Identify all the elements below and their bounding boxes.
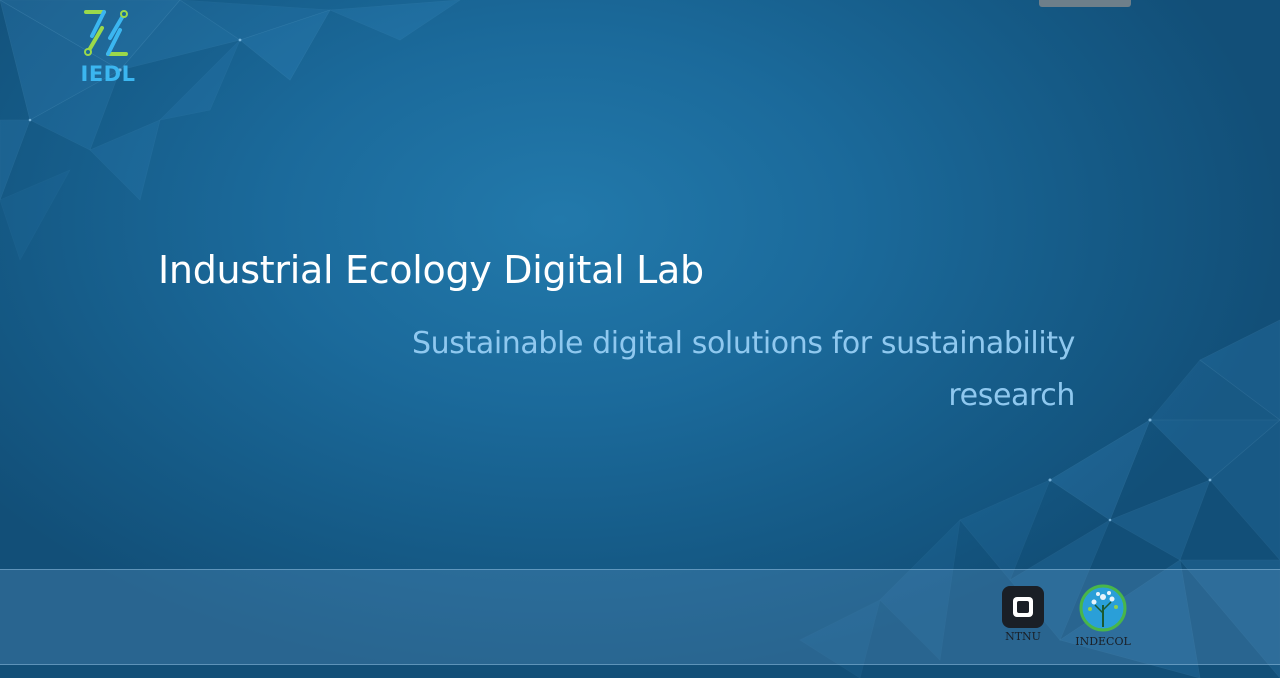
iedl-logo-icon: [84, 10, 128, 56]
page-subtitle: Sustainable digital solutions for sustai…: [412, 326, 1075, 413]
top-tab-handle[interactable]: [1039, 0, 1131, 7]
ntnu-label: NTNU: [1005, 630, 1041, 643]
logo-text: IEDL: [80, 62, 136, 86]
iedl-logo[interactable]: IEDL: [78, 6, 138, 86]
indecol-label: INDECOL: [1075, 635, 1131, 648]
ntnu-logo-icon: [1002, 586, 1044, 628]
indecol-logo-icon: [1079, 584, 1127, 632]
ntnu-logo[interactable]: NTNU: [996, 586, 1050, 643]
page-title: Industrial Ecology Digital Lab: [158, 248, 704, 292]
indecol-logo[interactable]: INDECOL: [1070, 583, 1136, 648]
